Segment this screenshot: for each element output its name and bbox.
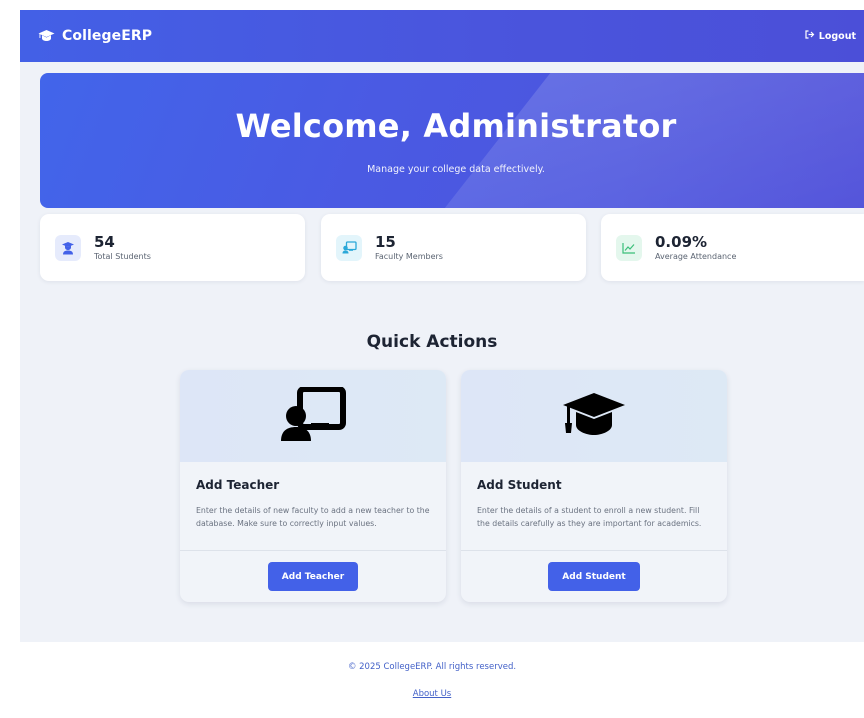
card-footer: Add Teacher — [180, 551, 446, 602]
graduation-cap-icon — [562, 392, 626, 440]
stat-value: 54 — [94, 233, 115, 251]
logout-label: Logout — [818, 30, 856, 42]
add-teacher-card: Add Teacher Enter the details of new fac… — [180, 370, 446, 602]
graduation-cap-icon — [38, 27, 55, 46]
add-student-button[interactable]: Add Student — [548, 562, 640, 591]
card-footer: Add Student — [461, 551, 727, 602]
card-header — [461, 370, 727, 462]
stat-value: 0.09% — [655, 233, 708, 251]
navbar: CollegeERP Logout — [20, 10, 864, 62]
quick-actions-title: Quick Actions — [366, 332, 498, 352]
card-description: Enter the details of a student to enroll… — [477, 506, 702, 528]
user-graduate-icon — [55, 234, 81, 261]
card-description: Enter the details of new faculty to add … — [196, 506, 430, 528]
stat-card-attendance: 0.09% Average Attendance — [601, 214, 864, 281]
chalkboard-teacher-icon — [280, 386, 346, 445]
stat-card-faculty: 15 Faculty Members — [321, 214, 586, 281]
stat-label: Total Students — [94, 252, 151, 261]
add-student-card: Add Student Enter the details of a stude… — [461, 370, 727, 602]
card-title: Add Teacher — [196, 478, 280, 492]
logout-button[interactable]: Logout — [805, 30, 856, 42]
card-body: Add Teacher Enter the details of new fac… — [180, 462, 446, 551]
brand[interactable]: CollegeERP — [38, 27, 152, 46]
hero-title: Welcome, Administrator — [235, 107, 677, 145]
stat-label: Faculty Members — [375, 252, 443, 261]
card-body: Add Student Enter the details of a stude… — [461, 462, 727, 551]
add-teacher-button[interactable]: Add Teacher — [267, 562, 359, 591]
chalkboard-teacher-icon — [336, 234, 362, 261]
footer-copyright: © 2025 CollegeERP. All rights reserved. — [347, 662, 517, 672]
logout-icon — [805, 30, 815, 42]
stat-card-students: 54 Total Students — [40, 214, 305, 281]
brand-name: CollegeERP — [62, 28, 153, 44]
card-header — [180, 370, 446, 462]
chart-line-icon — [616, 234, 642, 261]
card-title: Add Student — [477, 478, 562, 492]
about-us-link[interactable]: About Us — [0, 689, 864, 699]
stat-value: 15 — [375, 233, 396, 251]
hero-subtitle: Manage your college data effectively. — [367, 164, 545, 175]
stat-label: Average Attendance — [655, 252, 737, 261]
welcome-banner: Welcome, Administrator Manage your colle… — [40, 73, 864, 208]
